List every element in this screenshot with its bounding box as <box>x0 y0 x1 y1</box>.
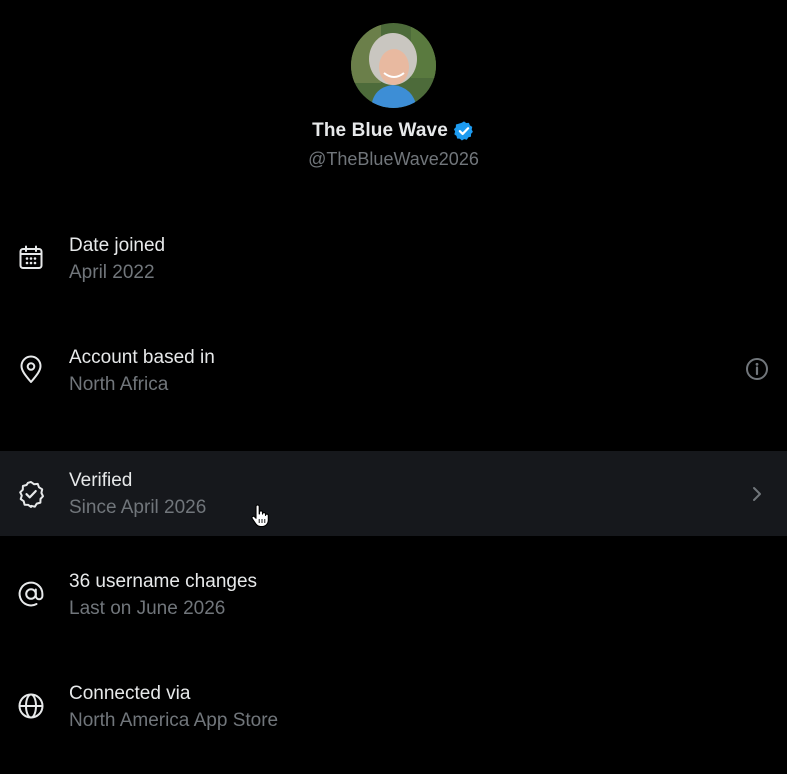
location-pin-icon <box>16 355 46 385</box>
row-connected-via: Connected via North America App Store <box>0 662 787 747</box>
row-title: Date joined <box>69 235 166 256</box>
row-title: Account based in <box>69 347 215 368</box>
row-subtitle: North Africa <box>69 374 169 395</box>
row-title: Verified <box>69 470 133 491</box>
row-subtitle: North America App Store <box>69 710 279 731</box>
at-sign-icon <box>16 579 46 609</box>
verified-check-icon <box>453 120 475 142</box>
row-title: 36 username changes <box>69 571 258 592</box>
display-name: The Blue Wave <box>312 120 448 141</box>
handle: @TheBlueWave2026 <box>308 149 479 169</box>
globe-icon <box>16 691 46 721</box>
row-subtitle: April 2022 <box>69 262 155 283</box>
name-row: The Blue Wave <box>0 120 787 142</box>
row-subtitle: Last on June 2026 <box>69 598 226 619</box>
row-username-changes: 36 username changes Last on June 2026 <box>0 550 787 635</box>
row-verified[interactable]: Verified Since April 2026 <box>0 451 787 536</box>
info-icon[interactable] <box>744 356 770 382</box>
chevron-right-icon <box>744 481 770 507</box>
hand-pointer-cursor-icon <box>251 504 269 528</box>
verified-badge-outline-icon <box>16 479 46 509</box>
calendar-icon <box>16 243 46 273</box>
row-subtitle: Since April 2026 <box>69 497 207 518</box>
row-date-joined: Date joined April 2022 <box>0 214 787 299</box>
row-account-based-in: Account based in North Africa <box>0 326 787 411</box>
avatar[interactable] <box>351 23 436 108</box>
row-title: Connected via <box>69 683 191 704</box>
